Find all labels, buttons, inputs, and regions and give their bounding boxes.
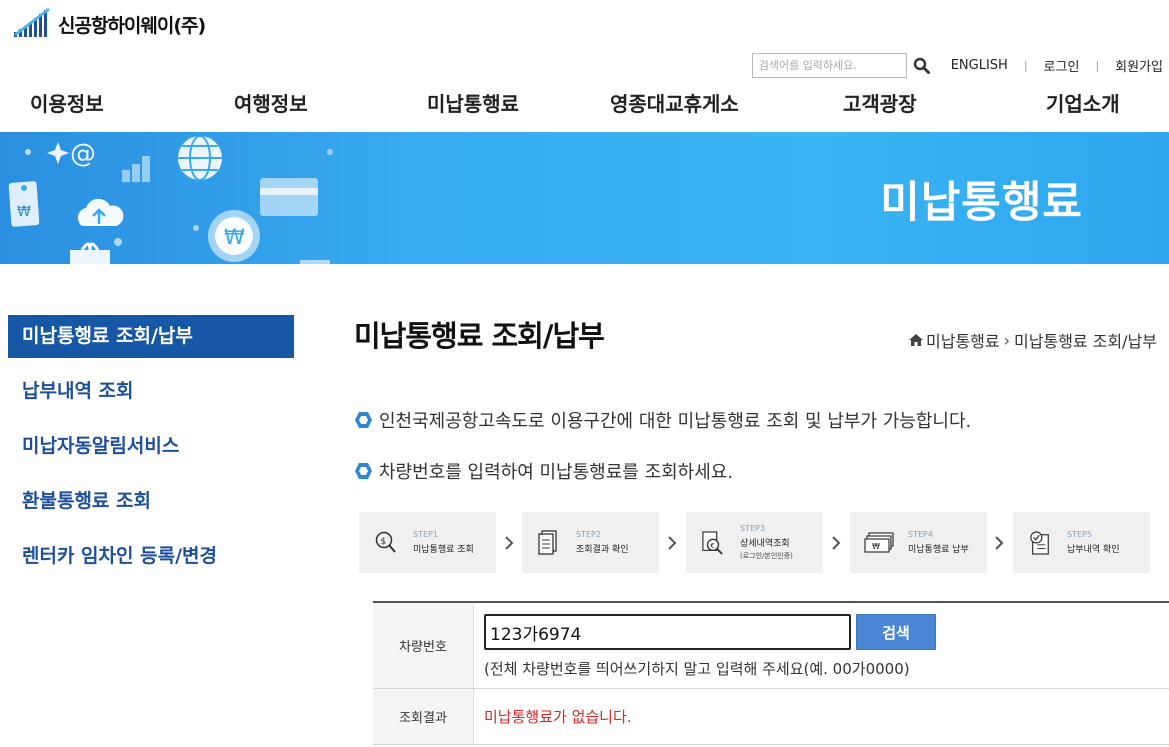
breadcrumb: 미납통행료 › 미납통행료 조회/납부 — [909, 328, 1157, 352]
banner-illustration: ₩ @ ₩ — [8, 135, 333, 264]
svg-text:₩: ₩ — [872, 542, 880, 551]
english-link[interactable]: ENGLISH — [943, 58, 1016, 73]
step-number: STEP5 — [1067, 530, 1092, 539]
search-button[interactable] — [909, 53, 935, 78]
step-5: STEP5 납부내역 확인 — [1013, 512, 1150, 573]
checklist-icon — [1029, 530, 1051, 556]
step-2: STEP2 조회결과 확인 — [522, 512, 659, 573]
plate-hint: (전체 차량번호를 띄어쓰기하지 말고 입력해 주세요(예. 00가0000) — [484, 660, 910, 678]
nav-unpaid-toll[interactable]: 미납통행료 — [427, 88, 519, 117]
company-logo[interactable]: 신공항하이웨이(주) — [12, 6, 206, 38]
info-text: 인천국제공항고속도로 이용구간에 대한 미납통행료 조회 및 납부가 가능합니다… — [379, 411, 972, 432]
page-title: 미납통행료 조회/납부 — [354, 319, 605, 353]
util-separator: | — [1095, 58, 1100, 72]
nav-company-intro[interactable]: 기업소개 — [1046, 88, 1120, 117]
main-navigation: 이용정보 여행정보 미납통행료 영종대교휴게소 고객광장 기업소개 — [0, 88, 1169, 124]
lookup-form: 차량번호 검색 (전체 차량번호를 띄어쓰기하지 말고 입력해 주세요(예. 0… — [373, 601, 1169, 745]
step-name: 납부내역 확인 — [1067, 545, 1120, 555]
lnb-item-rental-registration[interactable]: 렌터카 임차인 등록/변경 — [8, 529, 294, 584]
banner-title: 미납통행료 — [880, 178, 1083, 228]
step-name: 상세내역조회 — [740, 539, 790, 549]
lnb-item-payment-history[interactable]: 납부내역 조회 — [8, 364, 294, 419]
step-number: STEP3 — [740, 524, 765, 533]
chevron-right-icon — [830, 534, 842, 552]
nav-customer-square[interactable]: 고객광장 — [843, 88, 917, 117]
step-3: € STEP3 상세내역조회 (로그인/본인인증) — [686, 512, 823, 573]
hexagon-bullet-icon — [355, 463, 372, 479]
info-line: 인천국제공항고속도로 이용구간에 대한 미납통행료 조회 및 납부가 가능합니다… — [355, 407, 971, 433]
plate-number-input[interactable] — [484, 614, 851, 650]
step-name: 미납통행료 조회 — [413, 545, 474, 555]
info-text: 차량번호를 입력하여 미납통행료를 조회하세요. — [379, 462, 734, 483]
svg-text:₩: ₩ — [17, 204, 31, 220]
logo-text: 신공항하이웨이(주) — [58, 14, 206, 37]
signup-link[interactable]: 회원가입 — [1107, 56, 1169, 75]
lnb-item-refund-lookup[interactable]: 환불통행료 조회 — [8, 474, 294, 529]
utility-bar: ENGLISH | 로그인 | 회원가입 — [751, 52, 1169, 78]
result-row: 조회결과 미납통행료가 없습니다. — [373, 689, 1169, 745]
document-icon — [538, 529, 560, 556]
logo-mark-icon — [14, 8, 50, 37]
chevron-right-icon — [666, 534, 678, 552]
breadcrumb-item[interactable]: 미납통행료 — [926, 328, 1000, 352]
step-1: $ STEP1 미납통행료 조회 — [359, 512, 496, 573]
result-text: 미납통행료가 없습니다. — [484, 708, 632, 726]
step-name: 조회결과 확인 — [576, 545, 629, 555]
breadcrumb-item: 미납통행료 조회/납부 — [1014, 332, 1157, 351]
lnb-item-auto-alert[interactable]: 미납자동알림서비스 — [8, 419, 294, 474]
login-link[interactable]: 로그인 — [1036, 56, 1088, 75]
step-number: STEP1 — [413, 530, 438, 539]
process-steps: $ STEP1 미납통행료 조회 STEP2 조회결과 확인 € STEP3 상… — [359, 512, 1159, 573]
cash-icon: ₩ — [864, 530, 894, 556]
chevron-right-icon: › — [1003, 330, 1011, 350]
nav-usage-info[interactable]: 이용정보 — [30, 88, 104, 117]
side-navigation: 미납통행료 조회/납부 납부내역 조회 미납자동알림서비스 환불통행료 조회 렌… — [8, 315, 294, 584]
page-banner: ₩ @ ₩ 미납통행료 — [0, 132, 1169, 264]
svg-text:@: @ — [70, 139, 96, 169]
step-4: ₩ STEP4 미납통행료 납부 — [850, 512, 987, 573]
plate-label: 차량번호 — [373, 603, 474, 688]
result-label: 조회결과 — [373, 689, 474, 744]
search-coin-icon: $ — [375, 530, 397, 556]
plate-search-button[interactable]: 검색 — [856, 614, 936, 650]
chevron-right-icon — [503, 534, 515, 552]
site-search-input[interactable] — [751, 52, 907, 78]
step-name: 미납통행료 납부 — [908, 545, 969, 555]
util-separator: | — [1023, 58, 1028, 72]
chevron-right-icon — [993, 534, 1005, 552]
nav-travel-info[interactable]: 여행정보 — [234, 88, 308, 117]
step-sub: (로그인/본인인증) — [740, 552, 793, 560]
nav-rest-area[interactable]: 영종대교휴게소 — [610, 88, 739, 117]
plate-row: 차량번호 검색 (전체 차량번호를 띄어쓰기하지 말고 입력해 주세요(예. 0… — [373, 603, 1169, 689]
svg-text:$: $ — [381, 537, 387, 547]
home-icon[interactable] — [909, 334, 924, 346]
svg-text:€: € — [710, 541, 715, 550]
info-line: 차량번호를 입력하여 미납통행료를 조회하세요. — [355, 458, 733, 484]
svg-text:₩: ₩ — [224, 225, 245, 249]
document-search-icon: € — [702, 530, 724, 556]
step-number: STEP2 — [576, 530, 601, 539]
hexagon-bullet-icon — [355, 412, 372, 428]
lnb-item-unpaid-lookup[interactable]: 미납통행료 조회/납부 — [8, 315, 294, 358]
step-number: STEP4 — [908, 530, 933, 539]
search-icon — [914, 57, 931, 74]
